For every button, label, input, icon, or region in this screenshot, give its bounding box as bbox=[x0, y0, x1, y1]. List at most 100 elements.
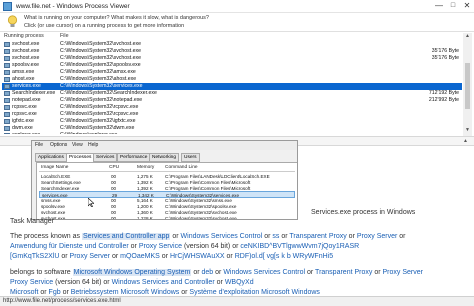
process-file-size: 35'176 Byte bbox=[431, 55, 459, 61]
description-link[interactable]: [GmKqTkS2XlU bbox=[10, 253, 59, 260]
description-link[interactable]: Proxy Server bbox=[357, 233, 397, 240]
software-name-link[interactable]: Microsoft Windows Operating System bbox=[72, 269, 192, 276]
description-link[interactable]: Proxy Service bbox=[139, 243, 182, 250]
screenshot-header: Memory bbox=[137, 165, 155, 170]
process-row[interactable]: notepad.exe C:\Windows\System32\notepad.e… bbox=[2, 97, 462, 104]
process-icon bbox=[4, 112, 10, 117]
maximize-button[interactable]: □ bbox=[446, 0, 460, 12]
process-icon bbox=[4, 126, 10, 131]
process-icon bbox=[4, 77, 10, 82]
process-file-path: C:\Windows\System32\amsx.exe bbox=[60, 69, 136, 75]
description-link[interactable]: Betriebssystem Microsoft Windows bbox=[71, 289, 180, 296]
description-link[interactable]: Windows Services Control bbox=[181, 233, 263, 240]
process-file-path: C:\Windows\System32\rcpsvc.exe bbox=[60, 111, 139, 117]
process-name: rcpsvc.exe bbox=[12, 104, 37, 110]
screenshot-header-rule bbox=[39, 171, 295, 172]
screenshot-cell: 00 bbox=[111, 216, 117, 220]
description-link[interactable]: Windows Services and Controller bbox=[112, 279, 215, 286]
status-url: http://www.file.net/process/services.exe… bbox=[3, 298, 121, 304]
process-row[interactable]: amsx.exe C:\Windows\System32\amsx.exe bbox=[2, 69, 462, 76]
screenshot-menu-bar: File Options View Help bbox=[32, 141, 297, 150]
process-icon bbox=[4, 42, 10, 47]
description-link[interactable]: Proxy Server bbox=[383, 269, 423, 276]
text-fragment: belongs to software bbox=[10, 269, 71, 276]
description-line-5: Proxy Service (version 64 bit) or Window… bbox=[10, 279, 254, 286]
process-list-scrollbar[interactable]: ▲ ▼ bbox=[463, 33, 472, 136]
task-manager-screenshot: File Options View Help Applications Proc… bbox=[31, 140, 298, 220]
process-file-path: C:\Windows\System32\rcpsvc.exe bbox=[60, 104, 139, 110]
description-link[interactable]: Transparent Proxy bbox=[315, 269, 372, 276]
process-name: svchost.exe bbox=[12, 55, 40, 61]
process-file-path: C:\Windows\System32\dwm.exe bbox=[60, 125, 135, 131]
process-name: services.exe bbox=[12, 83, 41, 89]
description-link[interactable]: Système d'exploitation Microsoft Windows bbox=[189, 289, 320, 296]
process-row[interactable]: rcpsvc.exe C:\Windows\System32\rcpsvc.exe bbox=[2, 104, 462, 111]
process-file-path: C:\Windows\System32\spoolsv.exe bbox=[60, 62, 141, 68]
process-file-path: C:\Windows\System32\igfxtc.exe bbox=[60, 118, 136, 124]
description-link[interactable]: ss bbox=[272, 233, 279, 240]
process-file-size: 212'992 Byte bbox=[428, 97, 459, 103]
description-link[interactable]: deb bbox=[202, 269, 214, 276]
description-link[interactable]: Proxy Server bbox=[70, 253, 110, 260]
service-name-link[interactable]: Services and Controller app bbox=[82, 233, 171, 240]
screenshot-tab: Services bbox=[93, 153, 118, 162]
banner-question: What is running on your computer? What m… bbox=[24, 15, 209, 21]
window-title: www.file.net - Windows Process Viewer bbox=[16, 3, 130, 10]
close-button[interactable]: ✕ bbox=[460, 0, 474, 12]
column-header-file[interactable]: File bbox=[60, 33, 69, 41]
process-file-path: C:\Windows\System32\SearchIndexer.exe bbox=[60, 90, 157, 96]
description-link[interactable]: mQOaeMKS bbox=[120, 253, 160, 260]
lightbulb-icon bbox=[7, 15, 18, 27]
process-name: svchost.exe bbox=[12, 41, 40, 47]
mouse-cursor-icon bbox=[88, 198, 94, 207]
scroll-thumb[interactable] bbox=[465, 63, 470, 109]
process-row[interactable]: explorer.exe C:\Windows\explorer.exe bbox=[2, 132, 462, 134]
process-file-size: 712'192 Byte bbox=[428, 90, 459, 96]
minimize-button[interactable]: — bbox=[432, 0, 446, 12]
column-header-process[interactable]: Running process bbox=[4, 33, 44, 41]
process-row[interactable]: svchost.exe C:\Windows\System32\svchost.e… bbox=[2, 55, 462, 62]
description-link[interactable]: RDF)ol.d[ vg[s k b WRyWFnHi5 bbox=[235, 253, 333, 260]
process-row[interactable]: svchost.exe C:\Windows\System32\svchost.e… bbox=[2, 48, 462, 55]
description-line-3: [GmKqTkS2XlU or Proxy Server or mQOaeMKS… bbox=[10, 253, 334, 260]
description-link[interactable]: Windows Services Control bbox=[223, 269, 305, 276]
process-name: spoolsv.exe bbox=[12, 62, 40, 68]
process-row[interactable]: ahost.exe C:\Windows\System32\ahost.exe bbox=[2, 76, 462, 83]
process-row[interactable]: spoolsv.exe C:\Windows\System32\spoolsv.e… bbox=[2, 62, 462, 69]
process-row[interactable]: svchost.exe C:\Windows\System32\svchost.e… bbox=[2, 41, 462, 48]
description-link[interactable]: Microsoft bbox=[10, 289, 38, 296]
process-file-path: C:\Windows\System32\ahost.exe bbox=[60, 76, 137, 82]
app-icon bbox=[3, 2, 12, 11]
screenshot-table-row: svchost.exe 00 1,228 K C:\Windows\System32\… bbox=[39, 215, 295, 220]
process-row[interactable]: igfxtc.exe C:\Windows\System32\igfxtc.exe bbox=[2, 118, 462, 125]
description-link[interactable]: Transparent Proxy bbox=[289, 233, 346, 240]
description-link[interactable]: WBQyXd bbox=[225, 279, 254, 286]
screenshot-tab: Applications bbox=[35, 153, 67, 162]
process-row[interactable]: dwm.exe C:\Windows\System32\dwm.exe bbox=[2, 125, 462, 132]
process-row[interactable]: services.exe C:\Windows\System32\services… bbox=[2, 83, 462, 90]
description-link[interactable]: ceNKIBD^BVTlgwwWvm7jQoy1RASR bbox=[240, 243, 359, 250]
process-file-path: C:\Windows\System32\svchost.exe bbox=[60, 55, 142, 61]
scroll-up-arrow-icon[interactable]: ▲ bbox=[464, 33, 471, 41]
process-row[interactable]: SearchIndexer.exe C:\Windows\System32\Sea… bbox=[2, 90, 462, 97]
process-list[interactable]: Running process File svchost.exe C:\Windo… bbox=[2, 33, 462, 134]
screenshot-cell: C:\Windows\System32\svchost.exe bbox=[165, 216, 237, 220]
process-file-path: C:\Windows\explorer.exe bbox=[60, 132, 117, 134]
process-name: igfxtc.exe bbox=[12, 118, 34, 124]
screenshot-process-table: Image Name CPU Memory Command Line Local… bbox=[36, 162, 297, 220]
collapse-arrow-icon[interactable]: ▲ bbox=[463, 138, 468, 144]
process-name: SearchIndexer.exe bbox=[12, 90, 56, 96]
process-row[interactable]: rcpsvc.exe C:\Windows\System32\rcpsvc.exe bbox=[2, 111, 462, 118]
screenshot-menu-item: File bbox=[35, 142, 44, 148]
description-link[interactable]: Fgb bbox=[49, 289, 61, 296]
scroll-down-arrow-icon[interactable]: ▼ bbox=[464, 127, 471, 135]
process-file-size: 35'176 Byte bbox=[431, 48, 459, 54]
process-name: svchost.exe bbox=[12, 48, 40, 54]
process-name: amsx.exe bbox=[12, 69, 35, 75]
description-link[interactable]: Anwendung für Dienste und Controller bbox=[10, 243, 129, 250]
task-manager-label: Task Manager bbox=[10, 218, 54, 225]
banner-instruction: Click (or use cursor) on a running proce… bbox=[24, 23, 185, 29]
screenshot-menu-item: Options bbox=[50, 142, 68, 148]
description-link[interactable]: Proxy Service bbox=[10, 279, 53, 286]
description-link[interactable]: HrCjWHSWAuXX bbox=[170, 253, 225, 260]
